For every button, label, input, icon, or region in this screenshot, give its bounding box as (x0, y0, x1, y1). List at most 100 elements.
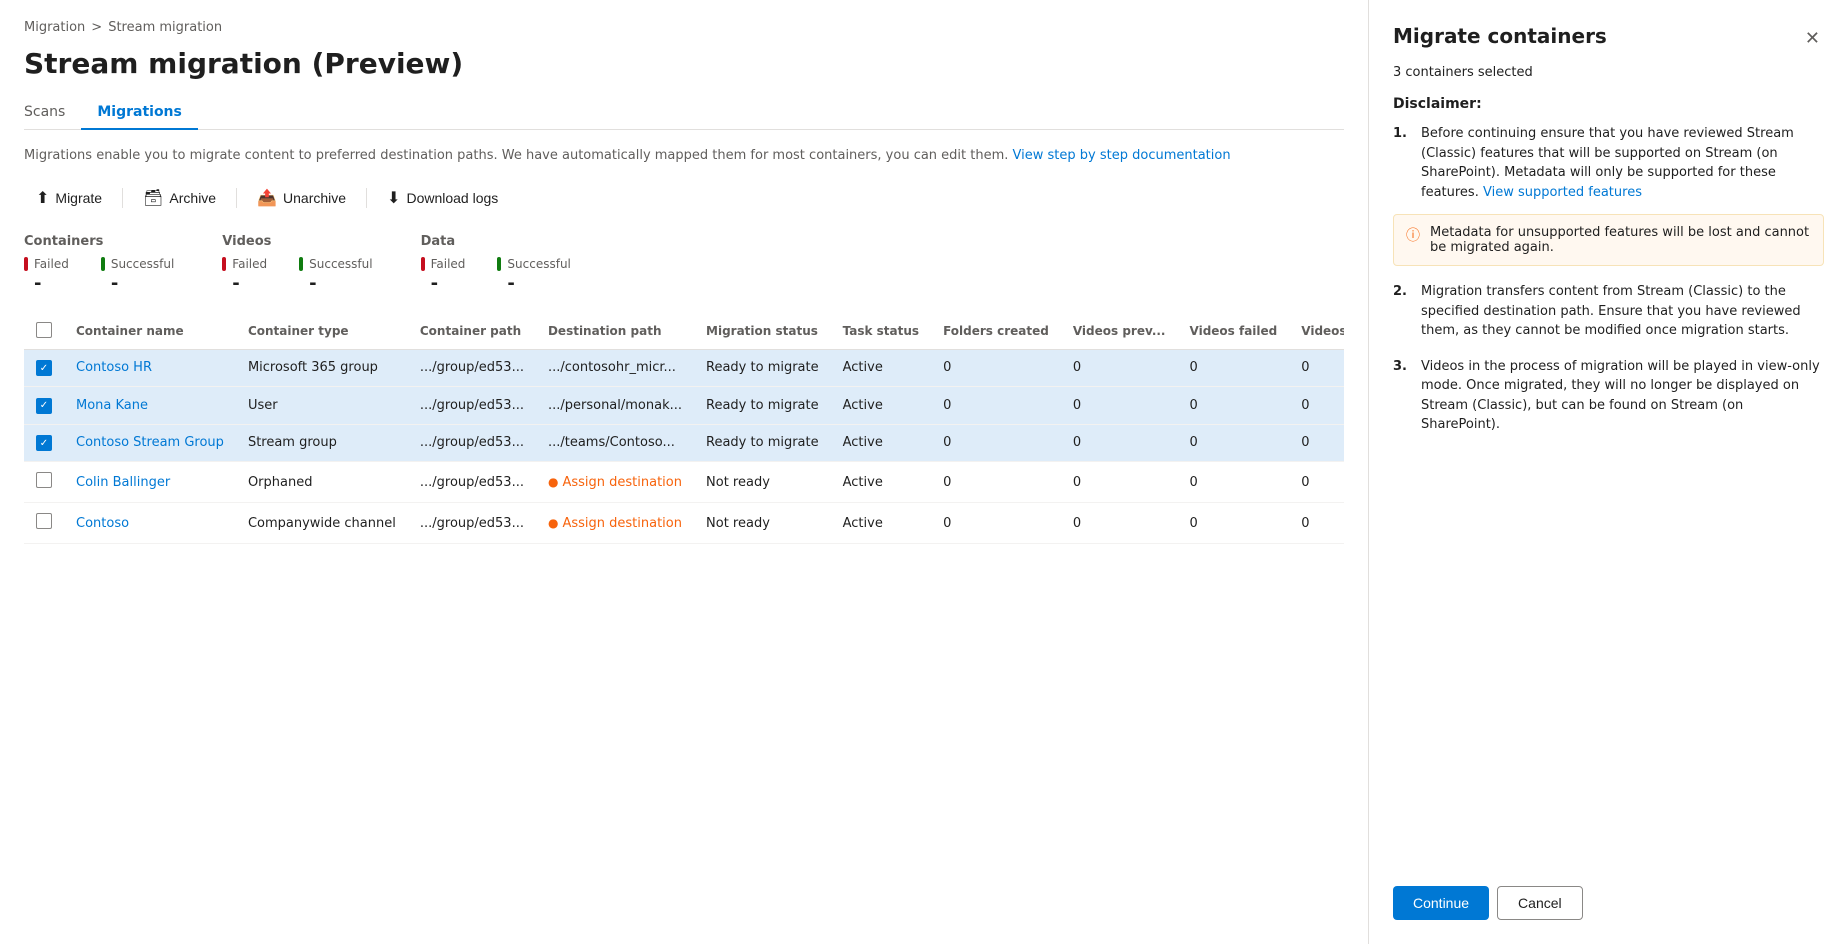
panel-step-3: 3. Videos in the process of migration wi… (1393, 357, 1824, 435)
toolbar-separator-2 (236, 188, 237, 208)
tab-scans[interactable]: Scans (24, 96, 81, 130)
panel-header: Migrate containers ✕ (1393, 24, 1824, 53)
container-name-4[interactable]: Colin Ballinger (76, 475, 170, 490)
cancel-button[interactable]: Cancel (1497, 886, 1583, 920)
row-1-checkbox[interactable]: ✓ (36, 360, 52, 376)
step-1-num: 1. (1393, 124, 1413, 202)
panel-title: Migrate containers (1393, 24, 1607, 48)
videos-stats-title: Videos (222, 234, 372, 249)
view-supported-features-link[interactable]: View supported features (1483, 185, 1642, 200)
container-name-3[interactable]: Contoso Stream Group (76, 435, 224, 450)
successful-bar-containers (101, 257, 105, 271)
header-videos-failed[interactable]: Videos failed (1178, 314, 1290, 350)
videos-succ-2: 0 (1289, 387, 1344, 425)
header-checkbox-col (24, 314, 64, 350)
container-type-3: Stream group (236, 424, 408, 462)
toolbar-separator-1 (122, 188, 123, 208)
assign-dot-icon-4: ● (548, 475, 558, 489)
header-container-path[interactable]: Container path (408, 314, 536, 350)
unarchive-button[interactable]: 📤 Unarchive (245, 182, 358, 214)
data-successful-stat: Successful - (497, 257, 570, 294)
table-row: Colin Ballinger Orphaned.../group/ed53...… (24, 462, 1344, 503)
step-1-text: Before continuing ensure that you have r… (1421, 124, 1824, 202)
folders-created-5: 0 (931, 503, 1061, 544)
videos-stats: Videos Failed - Successful - (222, 234, 372, 294)
table-row: ✓Contoso HRMicrosoft 365 group.../group/… (24, 349, 1344, 387)
row-3-checkbox[interactable]: ✓ (36, 435, 52, 451)
failed-bar-containers (24, 257, 28, 271)
header-container-name[interactable]: Container name (64, 314, 236, 350)
panel-step-2: 2. Migration transfers content from Stre… (1393, 282, 1824, 341)
task-status-2: Active (831, 387, 931, 425)
header-migration-status[interactable]: Migration status (694, 314, 831, 350)
stats-section: Containers Failed - Successful - (24, 234, 1344, 294)
containers-successful-stat: Successful - (101, 257, 174, 294)
containers-failed-stat: Failed - (24, 257, 69, 294)
breadcrumb-parent[interactable]: Migration (24, 20, 85, 35)
row-2-checkbox[interactable]: ✓ (36, 398, 52, 414)
container-type-2: User (236, 387, 408, 425)
task-status-4: Active (831, 462, 931, 503)
container-type-4: Orphaned (236, 462, 408, 503)
migration-status-3: Ready to migrate (694, 424, 831, 462)
container-name-5[interactable]: Contoso (76, 516, 129, 531)
table-row: ✓Contoso Stream GroupStream group.../gro… (24, 424, 1344, 462)
header-videos-succ[interactable]: Videos succ... (1289, 314, 1344, 350)
destination-path-4: ●Assign destination (536, 462, 694, 503)
migration-status-2: Ready to migrate (694, 387, 831, 425)
step-2-num: 2. (1393, 282, 1413, 341)
videos-failed-4: 0 (1178, 462, 1290, 503)
container-path-1: .../group/ed53... (408, 349, 536, 387)
assign-destination-4[interactable]: ●Assign destination (548, 475, 682, 490)
videos-succ-5: 0 (1289, 503, 1344, 544)
header-folders-created[interactable]: Folders created (931, 314, 1061, 350)
download-icon: ⬇ (387, 188, 400, 208)
migrate-button[interactable]: ⬆ Migrate (24, 182, 114, 214)
step-by-step-link[interactable]: View step by step documentation (1013, 148, 1231, 163)
panel-steps: 1. Before continuing ensure that you hav… (1393, 124, 1824, 202)
container-name-2[interactable]: Mona Kane (76, 398, 148, 413)
header-videos-prev[interactable]: Videos prev... (1061, 314, 1178, 350)
videos-prev-3: 0 (1061, 424, 1178, 462)
container-path-5: .../group/ed53... (408, 503, 536, 544)
successful-bar-videos (299, 257, 303, 271)
row-5-checkbox[interactable] (36, 513, 52, 529)
download-logs-button[interactable]: ⬇ Download logs (375, 182, 510, 214)
panel-close-button[interactable]: ✕ (1801, 24, 1824, 53)
panel-footer: Continue Cancel (1393, 862, 1824, 920)
migration-status-5: Not ready (694, 503, 831, 544)
container-path-2: .../group/ed53... (408, 387, 536, 425)
header-container-type[interactable]: Container type (236, 314, 408, 350)
warning-icon: ⓘ (1406, 225, 1422, 245)
header-destination-path[interactable]: Destination path (536, 314, 694, 350)
continue-button[interactable]: Continue (1393, 886, 1489, 920)
side-panel: Migrate containers ✕ 3 containers select… (1368, 0, 1848, 944)
failed-bar-videos (222, 257, 226, 271)
task-status-5: Active (831, 503, 931, 544)
container-path-4: .../group/ed53... (408, 462, 536, 503)
disclaimer-title: Disclaimer: (1393, 96, 1824, 112)
assign-destination-5[interactable]: ●Assign destination (548, 516, 682, 531)
panel-step-1: 1. Before continuing ensure that you hav… (1393, 124, 1824, 202)
containers-stats: Containers Failed - Successful - (24, 234, 174, 294)
row-4-checkbox[interactable] (36, 472, 52, 488)
tabs-container: Scans Migrations (24, 96, 1344, 130)
step-2-text: Migration transfers content from Stream … (1421, 282, 1824, 341)
description-text: Migrations enable you to migrate content… (24, 146, 1344, 166)
archive-button[interactable]: 🗃 Archive (131, 182, 228, 214)
container-name-1[interactable]: Contoso HR (76, 360, 152, 375)
videos-successful-stat: Successful - (299, 257, 372, 294)
videos-failed-2: 0 (1178, 387, 1290, 425)
videos-succ-4: 0 (1289, 462, 1344, 503)
videos-failed-1: 0 (1178, 349, 1290, 387)
header-task-status[interactable]: Task status (831, 314, 931, 350)
data-stats-title: Data (421, 234, 571, 249)
destination-path-5: ●Assign destination (536, 503, 694, 544)
select-all-checkbox[interactable] (36, 322, 52, 338)
container-type-5: Companywide channel (236, 503, 408, 544)
folders-created-3: 0 (931, 424, 1061, 462)
tab-migrations[interactable]: Migrations (81, 96, 198, 130)
videos-failed-3: 0 (1178, 424, 1290, 462)
breadcrumb-separator: > (91, 20, 102, 35)
warning-text: Metadata for unsupported features will b… (1430, 225, 1811, 255)
